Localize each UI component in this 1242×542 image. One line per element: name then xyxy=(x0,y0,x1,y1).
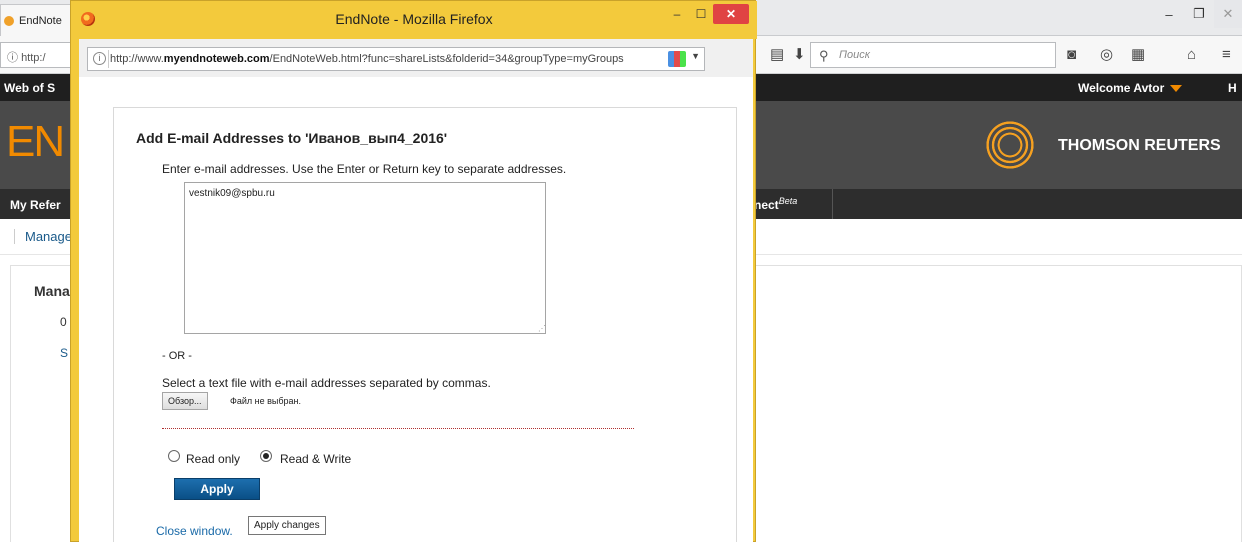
close-window-link[interactable]: Close window. xyxy=(156,524,233,538)
url-domain: myendnoteweb.com xyxy=(163,53,270,65)
menu-icon[interactable]: ≡ xyxy=(1222,46,1231,64)
url-prefix: http://www. xyxy=(110,53,164,65)
or-separator: - OR - xyxy=(162,350,192,362)
add-email-dialog: Add E-mail Addresses to 'Иванов_вып4_201… xyxy=(113,107,737,542)
dotted-divider xyxy=(162,428,634,429)
menu-connect[interactable]: nectBeta xyxy=(754,196,797,212)
download-icon[interactable]: ⬇ xyxy=(793,46,806,64)
row-value: 0 xyxy=(60,315,67,329)
dialog-title: Add E-mail Addresses to 'Иванов_вып4_201… xyxy=(136,130,448,146)
email-addresses-input[interactable]: vestnik09@spbu.ru xyxy=(184,182,546,334)
menu-divider xyxy=(832,189,833,219)
background-url-text: http:/ xyxy=(21,52,46,64)
radio-read-write[interactable] xyxy=(260,450,272,462)
chevron-down-icon[interactable]: ▼ xyxy=(691,51,700,61)
search-icon: ⚲ xyxy=(819,48,829,63)
maximize-icon[interactable]: ☐ xyxy=(689,4,713,24)
popup-url-bar[interactable]: i http://www.myendnoteweb.com/EndNoteWeb… xyxy=(87,47,705,71)
welcome-label: Welcome Avtor xyxy=(1078,81,1165,95)
apps-grid-icon[interactable]: ▦ xyxy=(1131,46,1145,64)
welcome-user-menu[interactable]: Welcome Avtor xyxy=(1078,81,1183,95)
minimize-icon[interactable]: – xyxy=(1154,0,1184,28)
menu-my-references[interactable]: My Refer xyxy=(10,198,61,212)
row-link[interactable]: S xyxy=(60,346,68,360)
dropdown-arrow-icon xyxy=(1170,85,1183,93)
close-icon[interactable]: ✕ xyxy=(713,4,749,24)
menu-connect-beta: Beta xyxy=(778,196,798,206)
minimize-icon[interactable]: – xyxy=(665,4,689,24)
file-status: Файл не выбран. xyxy=(230,396,301,406)
page-heading: Mana xyxy=(34,283,70,299)
thomson-reuters-label: THOMSON REUTERS xyxy=(1058,137,1221,154)
email-instructions: Enter e-mail addresses. Use the Enter or… xyxy=(162,162,567,176)
header-cut-link[interactable]: H xyxy=(1228,81,1237,95)
popup-title: EndNote - Mozilla Firefox xyxy=(335,11,493,27)
apply-button[interactable]: Apply xyxy=(174,478,260,500)
background-window-controls: – ❐ ✕ xyxy=(1154,0,1242,28)
maximize-icon[interactable]: ❐ xyxy=(1184,0,1214,28)
reader-view-icon[interactable]: ▤ xyxy=(770,46,784,64)
apps-grid-icon[interactable] xyxy=(668,51,686,67)
file-instructions: Select a text file with e-mail addresses… xyxy=(162,376,491,390)
pocket-icon[interactable]: ◙ xyxy=(1067,46,1076,64)
apply-tooltip: Apply changes xyxy=(248,516,326,535)
popup-window-controls: – ☐ ✕ xyxy=(665,4,749,24)
popup-title-bar[interactable]: EndNote - Mozilla Firefox – ☐ ✕ xyxy=(71,1,757,39)
radio-read-only[interactable] xyxy=(168,450,180,462)
wos-link[interactable]: Web of S xyxy=(4,81,55,95)
manage-tab[interactable]: Manage xyxy=(14,229,72,244)
popup-body: Add E-mail Addresses to 'Иванов_вып4_201… xyxy=(79,77,753,542)
background-url-bar[interactable]: ⓘ http:/ xyxy=(0,42,80,68)
resize-grip-icon[interactable]: ⋰ xyxy=(538,324,546,333)
endnote-favicon-icon xyxy=(4,16,14,26)
background-tab-title: EndNote xyxy=(19,15,62,27)
url-path: /EndNoteWeb.html?func=shareLists&folderi… xyxy=(269,53,624,65)
background-tab-endnote[interactable]: EndNote xyxy=(0,4,72,36)
browse-file-button[interactable]: Обзор... xyxy=(162,392,208,410)
info-icon: ⓘ xyxy=(7,52,22,64)
popup-window: EndNote - Mozilla Firefox – ☐ ✕ i http:/… xyxy=(70,0,757,542)
close-icon[interactable]: ✕ xyxy=(1214,0,1242,28)
popup-url-row: i http://www.myendnoteweb.com/EndNoteWeb… xyxy=(79,39,753,77)
extension-icon[interactable]: ◎ xyxy=(1100,46,1113,64)
thomson-reuters-logo-icon xyxy=(986,121,1034,169)
search-placeholder: Поиск xyxy=(839,49,870,61)
radio-read-write-label: Read & Write xyxy=(280,452,352,466)
background-search-input[interactable]: ⚲ Поиск xyxy=(810,42,1056,68)
home-icon[interactable]: ⌂ xyxy=(1187,46,1196,64)
url-separator xyxy=(108,50,109,68)
menu-connect-label: nect xyxy=(754,198,779,212)
radio-read-only-label: Read only xyxy=(186,452,241,466)
info-icon[interactable]: i xyxy=(93,52,106,65)
endnote-logo: EN xyxy=(6,117,65,166)
